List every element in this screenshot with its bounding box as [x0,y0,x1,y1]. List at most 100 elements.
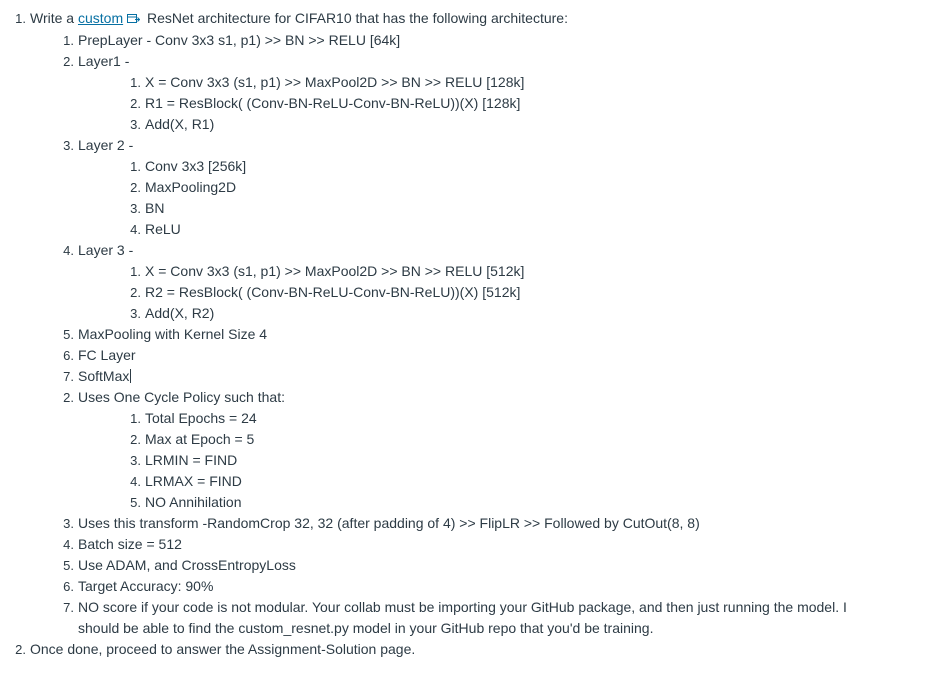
list-item-text: Conv 3x3 [256k] [145,158,247,174]
list-item-text: FC Layer [78,347,136,363]
list-number: 1. [130,264,141,279]
list-item: 3. Layer 2 - 1. Conv 3x3 [256k] 2. MaxPo… [30,135,951,240]
list-item: 4. ReLU [78,219,951,240]
list-item-text: Add(X, R2) [145,305,215,321]
list-item-text: MaxPooling2D [145,179,237,195]
list-item: 3. BN [78,198,951,219]
list-item: 1. Total Epochs = 24 [78,408,951,429]
list-number: 5. [130,495,141,510]
external-link-icon[interactable] [127,9,141,30]
list-number: 5. [63,327,74,342]
layer1-list: 1. X = Conv 3x3 (s1, p1) >> MaxPool2D >>… [78,72,951,135]
list-item: 2. Layer1 - 1. X = Conv 3x3 (s1, p1) >> … [30,51,951,135]
list-item-text: PrepLayer - Conv 3x3 s1, p1) >> BN >> RE… [78,32,401,48]
list-item: 4. Batch size = 512 [30,534,951,555]
list-number: 4. [63,537,74,552]
list-item: 1. X = Conv 3x3 (s1, p1) >> MaxPool2D >>… [78,72,951,93]
list-number: 2. [130,180,141,195]
list-number: 7. [63,369,74,384]
item-suffix-text: ResNet architecture for CIFAR10 that has… [147,10,568,26]
list-item-text: X = Conv 3x3 (s1, p1) >> MaxPool2D >> BN… [145,263,525,279]
list-number: 2. [63,54,74,69]
list-item: 7. NO score if your code is not modular.… [30,597,951,639]
list-item-text: Target Accuracy: 90% [78,578,214,594]
requirements-list: 2. Uses One Cycle Policy such that: 1. T… [30,387,951,639]
list-item: 3. LRMIN = FIND [78,450,951,471]
list-item-text: Use ADAM, and CrossEntropyLoss [78,557,296,573]
list-number: 3. [130,117,141,132]
list-item-text: X = Conv 3x3 (s1, p1) >> MaxPool2D >> BN… [145,74,525,90]
list-item-text: Uses One Cycle Policy such that: [78,389,285,405]
list-item-text: ReLU [145,221,181,237]
list-item: 3. Add(X, R2) [78,303,951,324]
list-item-text: NO Annihilation [145,494,242,510]
list-item-text: NO score if your code is not modular. Yo… [78,599,847,636]
list-number: 1. [130,411,141,426]
list-item: 4. Layer 3 - 1. X = Conv 3x3 (s1, p1) >>… [30,240,951,324]
list-item: 1. X = Conv 3x3 (s1, p1) >> MaxPool2D >>… [78,261,951,282]
list-item-text: Total Epochs = 24 [145,410,257,426]
list-item-text[interactable]: SoftMax [78,368,129,384]
list-number: 3. [63,138,74,153]
list-item-text: Uses this transform -RandomCrop 32, 32 (… [78,515,700,531]
list-number: 3. [130,201,141,216]
list-item-text: Layer 3 - [78,242,134,258]
list-item: 1. PrepLayer - Conv 3x3 s1, p1) >> BN >>… [30,30,951,51]
list-number: 5. [63,558,74,573]
list-item: 1. Conv 3x3 [256k] [78,156,951,177]
list-number: 1. [130,159,141,174]
list-number: 1. [130,75,141,90]
list-item-write-resnet: 1. Write a custom ResNet architecture fo… [0,8,951,639]
list-item: 6. FC Layer [30,345,951,366]
list-number: 4. [130,474,141,489]
top-level-list: 1. Write a custom ResNet architecture fo… [0,8,951,660]
list-item: 5. Use ADAM, and CrossEntropyLoss [30,555,951,576]
list-number: 2. [63,390,74,405]
list-item: 2. R1 = ResBlock( (Conv-BN-ReLU-Conv-BN-… [78,93,951,114]
list-number: 1. [15,11,26,26]
list-item: 5. MaxPooling with Kernel Size 4 [30,324,951,345]
list-number: 4. [63,243,74,258]
custom-link[interactable]: custom [78,10,123,26]
list-item: 3. Uses this transform -RandomCrop 32, 3… [30,513,951,534]
list-item: 2. Max at Epoch = 5 [78,429,951,450]
list-item: 2. Uses One Cycle Policy such that: 1. T… [30,387,951,513]
list-number: 3. [63,516,74,531]
one-cycle-policy-list: 1. Total Epochs = 24 2. Max at Epoch = 5… [78,408,951,513]
list-item: 7. SoftMax [30,366,951,387]
list-item-text: R2 = ResBlock( (Conv-BN-ReLU-Conv-BN-ReL… [145,284,521,300]
list-item: 2. R2 = ResBlock( (Conv-BN-ReLU-Conv-BN-… [78,282,951,303]
list-number: 7. [63,600,74,615]
layer3-list: 1. X = Conv 3x3 (s1, p1) >> MaxPool2D >>… [78,261,951,324]
list-number: 6. [63,579,74,594]
list-item: 2. MaxPooling2D [78,177,951,198]
list-item-text: Layer1 - [78,53,130,69]
list-item-text: Batch size = 512 [78,536,182,552]
layer2-list: 1. Conv 3x3 [256k] 2. MaxPooling2D 3. BN [78,156,951,240]
list-item-once-done: 2. Once done, proceed to answer the Assi… [0,639,951,660]
list-number: 1. [63,33,74,48]
list-number: 3. [130,306,141,321]
list-number: 6. [63,348,74,363]
list-item-text: Layer 2 - [78,137,134,153]
assignment-document: 1. Write a custom ResNet architecture fo… [0,0,951,660]
list-number: 2. [130,285,141,300]
list-item-text: BN [145,200,165,216]
architecture-list: 1. PrepLayer - Conv 3x3 s1, p1) >> BN >>… [30,30,951,387]
item-prefix-text: Write a [30,10,75,26]
list-item-text: Once done, proceed to answer the Assignm… [30,641,416,657]
list-item-text: LRMIN = FIND [145,452,238,468]
list-number: 2. [15,642,26,657]
list-number: 2. [130,96,141,111]
text-cursor [130,369,132,383]
list-item-text: R1 = ResBlock( (Conv-BN-ReLU-Conv-BN-ReL… [145,95,521,111]
list-item: 3. Add(X, R1) [78,114,951,135]
list-item-text: LRMAX = FIND [145,473,242,489]
list-number: 3. [130,453,141,468]
list-item: 6. Target Accuracy: 90% [30,576,951,597]
list-item: 5. NO Annihilation [78,492,951,513]
list-item-text: MaxPooling with Kernel Size 4 [78,326,268,342]
list-item: 4. LRMAX = FIND [78,471,951,492]
list-number: 4. [130,222,141,237]
list-item-text: Add(X, R1) [145,116,215,132]
